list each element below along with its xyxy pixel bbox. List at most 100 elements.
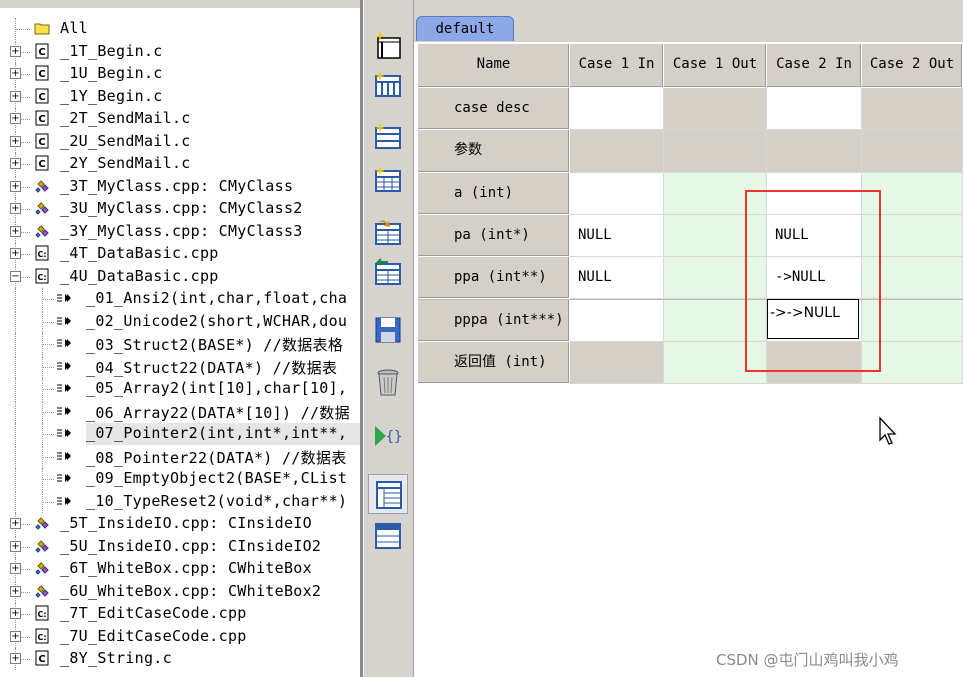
add-columns-icon[interactable]	[372, 70, 404, 102]
add-row-icon[interactable]	[372, 122, 404, 154]
expand-icon[interactable]: +	[10, 225, 21, 237]
tree-item[interactable]: + C _2Y_SendMail.c	[0, 153, 360, 175]
tree-item[interactable]: _08_Pointer22(DATA*) //数据表	[0, 445, 360, 468]
expand-icon[interactable]: +	[10, 518, 21, 529]
tree-item[interactable]: + C: _4T_DataBasic.cpp	[0, 243, 360, 265]
tree-item[interactable]: + C _2T_SendMail.c	[0, 108, 360, 130]
grid-cell[interactable]	[767, 130, 862, 173]
tree-item[interactable]: + C _1U_Begin.c	[0, 63, 360, 85]
grid-cell[interactable]	[570, 172, 664, 215]
tree-item[interactable]: + _6T_WhiteBox.cpp: CWhiteBox	[0, 558, 360, 580]
column-header[interactable]: Case 2 In	[767, 44, 862, 88]
expand-icon[interactable]: +	[10, 585, 21, 597]
row-header[interactable]: case desc	[418, 88, 570, 131]
tree-item[interactable]: _10_TypeReset2(void*,char**)	[0, 490, 360, 513]
row-header[interactable]: pa (int*)	[418, 214, 570, 258]
tree-item[interactable]: + _3T_MyClass.cpp: CMyClass	[0, 175, 360, 198]
tree-item[interactable]: _04_Struct22(DATA*) //数据表	[0, 355, 360, 378]
expand-icon[interactable]: +	[10, 563, 21, 574]
tree-item[interactable]: + C _8Y_String.c	[0, 648, 360, 670]
tree-item[interactable]: _05_Array2(int[10],char[10],	[0, 378, 360, 400]
import-table-icon[interactable]	[372, 218, 404, 250]
tree-item[interactable]: + C _1Y_Begin.c	[0, 85, 360, 108]
tree-line	[42, 479, 54, 480]
column-header[interactable]: Name	[418, 44, 570, 88]
row-header[interactable]: pppa (int***)	[418, 299, 570, 342]
new-window-icon[interactable]	[372, 30, 404, 62]
tree-item[interactable]: _03_Struct2(BASE*) //数据表格	[0, 333, 360, 355]
expand-icon[interactable]: +	[10, 608, 21, 619]
tree-item[interactable]: _07_Pointer2(int,int*,int**,	[15, 423, 360, 445]
column-header[interactable]: Case 1 Out	[664, 44, 767, 88]
grid-view-icon[interactable]	[368, 474, 408, 514]
tree-item-label: _10_TypeReset2(void*,char**)	[86, 491, 348, 510]
grid-cell[interactable]	[664, 88, 767, 131]
cpp-file-icon: C:	[34, 628, 50, 644]
expand-icon[interactable]: +	[10, 203, 21, 214]
tree-line	[15, 468, 16, 490]
tree-item[interactable]: + _6U_WhiteBox.cpp: CWhiteBox2	[0, 580, 360, 603]
tree-item[interactable]: + C: _7T_EditCaseCode.cpp	[0, 603, 360, 625]
tree-item-label: _07_Pointer2(int,int*,int**,	[86, 424, 348, 442]
table-view-icon[interactable]	[372, 520, 404, 552]
tree-line	[42, 389, 54, 390]
tree-item[interactable]: + _3Y_MyClass.cpp: CMyClass3	[0, 220, 360, 243]
tree-line	[15, 333, 16, 355]
grid-cell[interactable]: NULL	[570, 214, 664, 258]
function-icon	[56, 290, 72, 306]
grid-cell[interactable]	[570, 88, 664, 131]
expand-icon[interactable]: +	[10, 180, 21, 192]
expand-icon[interactable]: +	[10, 113, 21, 124]
tree-item-label: _4U_DataBasic.cpp	[60, 266, 219, 285]
grid-cell[interactable]	[570, 341, 664, 385]
tree-item[interactable]: + _3U_MyClass.cpp: CMyClass2	[0, 198, 360, 220]
trash-can-icon[interactable]	[372, 366, 404, 398]
tree-item[interactable]: All	[0, 18, 360, 40]
tree-item[interactable]: _02_Unicode2(short,WCHAR,dou	[0, 310, 360, 333]
row-header[interactable]: ppa (int**)	[418, 257, 570, 300]
grid-cell[interactable]: NULL	[570, 257, 664, 300]
tree-line	[42, 344, 54, 345]
tree-item-label: _2T_SendMail.c	[60, 109, 191, 127]
tree-item-label: _6U_WhiteBox.cpp: CWhiteBox2	[60, 581, 322, 600]
save-disk-icon[interactable]	[372, 314, 404, 346]
column-header[interactable]: Case 1 In	[570, 44, 664, 88]
tree-item[interactable]: _09_EmptyObject2(BASE*,CList	[0, 468, 360, 490]
expand-icon[interactable]: +	[10, 540, 21, 552]
tree-item[interactable]: + C: _7U_EditCaseCode.cpp	[0, 625, 360, 648]
tree-item-label: _05_Array2(int[10],char[10],	[86, 379, 348, 397]
svg-text:{}: {}	[386, 429, 403, 445]
run-code-icon[interactable]: {}	[372, 420, 404, 452]
tab-default[interactable]: default	[416, 16, 514, 41]
expand-icon[interactable]: +	[10, 248, 21, 259]
collapse-icon[interactable]: −	[10, 270, 21, 282]
row-header[interactable]: 参数	[418, 130, 570, 173]
tree-item[interactable]: − C: _4U_DataBasic.cpp	[0, 265, 360, 288]
tree-item[interactable]: _01_Ansi2(int,char,float,cha	[0, 288, 360, 310]
class-icon	[34, 538, 50, 554]
tree-item[interactable]: + _5T_InsideIO.cpp: CInsideIO	[0, 513, 360, 535]
tree-item[interactable]: + C _1T_Begin.c	[0, 40, 360, 63]
expand-icon[interactable]: +	[10, 45, 21, 57]
grid-cell[interactable]	[862, 130, 963, 173]
expand-icon[interactable]: +	[10, 158, 21, 169]
grid-cell[interactable]	[862, 88, 963, 131]
grid-cell[interactable]	[570, 130, 664, 173]
row-header[interactable]: a (int)	[418, 172, 570, 215]
grid-cell[interactable]	[664, 130, 767, 173]
expand-icon[interactable]: +	[10, 135, 21, 147]
row-header[interactable]: 返回值 (int)	[418, 341, 570, 385]
tree-item-label: _1U_Begin.c	[60, 64, 163, 82]
expand-icon[interactable]: +	[10, 68, 21, 79]
export-table-icon[interactable]	[372, 258, 404, 290]
expand-icon[interactable]: +	[10, 90, 21, 102]
expand-icon[interactable]: +	[10, 630, 21, 642]
expand-icon[interactable]: +	[10, 653, 21, 664]
tree-item[interactable]: + _5U_InsideIO.cpp: CInsideIO2	[0, 535, 360, 558]
column-header[interactable]: Case 2 Out	[862, 44, 963, 88]
tree-item[interactable]: _06_Array22(DATA*[10]) //数据	[0, 400, 360, 423]
tree-item[interactable]: + C _2U_SendMail.c	[0, 130, 360, 153]
grid-cell[interactable]	[767, 88, 862, 131]
add-table-icon[interactable]	[372, 165, 404, 197]
grid-cell[interactable]	[570, 299, 664, 342]
